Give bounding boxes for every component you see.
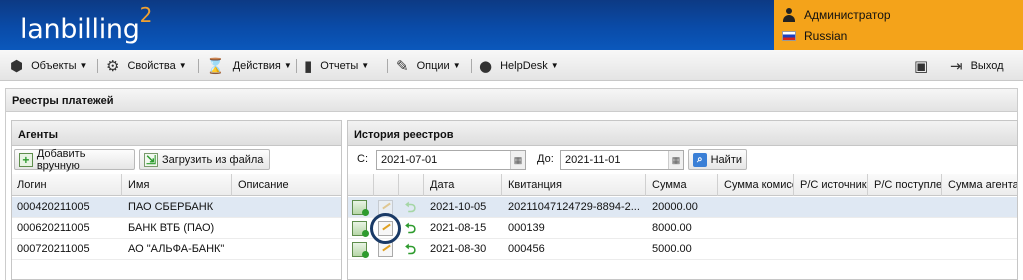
agents-header-row: Логин Имя Описание [11,174,342,196]
main-menu-bar: ⬢ Объекты ▼ ⚙ Свойства ▼ ⌛ Действия ▼ ▮ Отчеты ▼… [0,50,1023,81]
column-agent-sum[interactable]: Сумма агента [942,174,1018,196]
chat-icon: ● [479,56,493,75]
gear-icon: ⚙ [106,56,120,75]
column-commission[interactable]: Сумма комиссии [718,174,794,196]
add-payments-icon[interactable] [352,242,369,258]
column-action-1 [347,174,374,196]
app-header: lanbilling2 Администратор Russian [0,0,1023,50]
language-label: Russian [804,29,848,43]
logout-icon: ⇥ [950,56,963,75]
column-date[interactable]: Дата [424,174,502,196]
agent-login: 000420211005 [17,201,90,213]
user-panel: Администратор Russian [774,0,1023,50]
table-row[interactable]: ⮌ 2021-08-15 000139 8000.00 [347,218,1018,239]
agents-title: Агенты [11,120,342,146]
registry-date: 2021-08-15 [430,222,487,234]
user-name: Администратор [804,8,891,22]
agent-description [232,239,342,260]
registry-sum: 20000.00 [652,201,698,213]
registry-sum: 5000.00 [652,243,692,255]
bar-chart-icon: ▮ [304,56,313,75]
page-title: Реестры платежей [5,88,1018,112]
calendar-icon[interactable]: ▦ [668,151,683,169]
menu-properties[interactable]: ⚙ Свойства ▼ [106,50,187,81]
registry-receipt: 000456 [508,243,545,255]
registry-sum: 8000.00 [652,222,692,234]
column-description[interactable]: Описание [232,174,342,196]
add-manually-button[interactable]: + Добавить вручную [14,148,135,172]
edit-document-icon[interactable] [378,242,393,257]
calendar-icon[interactable]: ▦ [510,151,525,169]
menu-helpdesk[interactable]: ● HelpDesk ▼ [479,50,559,81]
user-icon [782,8,796,22]
history-title: История реестров [347,120,1018,146]
table-row[interactable]: 000620211005 БАНК ВТБ (ПАО) [11,218,342,239]
column-name[interactable]: Имя [122,174,232,196]
app-logo[interactable]: lanbilling2 [20,3,152,45]
column-incoming-account[interactable]: Р/С поступления [868,174,942,196]
hourglass-icon: ⌛ [206,56,225,75]
table-row[interactable]: ⮌ 2021-10-05 20211047124729-8894-2... 20… [347,197,1018,218]
column-sum[interactable]: Сумма [646,174,718,196]
column-action-3 [399,174,424,196]
registry-date: 2021-10-05 [430,201,487,213]
column-receipt[interactable]: Квитанция [502,174,646,196]
search-icon: ⌕ [693,152,707,167]
to-label: До: [537,153,554,165]
agent-login: 000720211005 [17,243,90,255]
table-row[interactable]: ⮌ 2021-08-30 000456 5000.00 [347,239,1018,260]
date-to-field[interactable]: 2021-11-01 ▦ [560,150,684,170]
date-from-field[interactable]: 2021-07-01 ▦ [376,150,526,170]
file-import-icon: ⇲ [144,152,158,167]
highlight-circle [370,213,401,244]
disk-icon: ▣ [914,56,929,75]
puzzle-icon: ⬢ [10,56,24,75]
agent-description [232,218,342,239]
menu-objects[interactable]: ⬢ Объекты ▼ [10,50,87,81]
add-icon: + [19,152,33,167]
add-payments-icon[interactable] [352,221,369,237]
find-button[interactable]: ⌕ Найти [688,149,747,170]
registry-date: 2021-08-30 [430,243,487,255]
russia-flag-icon [782,31,796,41]
from-label: С: [357,153,368,165]
add-payments-icon[interactable] [352,200,369,216]
user-menu[interactable]: Администратор [782,5,891,25]
column-source-account[interactable]: Р/С источника [794,174,868,196]
agent-login: 000620211005 [17,222,90,234]
registry-receipt: 000139 [508,222,545,234]
history-header-row: Дата Квитанция Сумма Сумма комиссии Р/С … [347,174,1018,196]
column-login[interactable]: Логин [11,174,122,196]
undo-icon[interactable]: ⮌ [403,200,418,215]
undo-icon[interactable]: ⮌ [403,221,418,236]
menu-reports[interactable]: ▮ Отчеты ▼ [304,50,369,81]
logout-button[interactable]: ⇥ Выход [950,50,1004,81]
save-layout-button[interactable]: ▣ [914,50,936,81]
registry-receipt: 20211047124729-8894-2... [508,201,640,213]
agent-name: БАНК ВТБ (ПАО) [128,222,215,234]
table-row[interactable]: 000420211005 ПАО СБЕРБАНК [11,197,342,218]
wrench-icon: ✎ [396,56,409,75]
menu-options[interactable]: ✎ Опции ▼ [396,50,461,81]
load-from-file-button[interactable]: ⇲ Загрузить из файла [139,149,270,170]
agent-description [232,197,342,218]
column-action-2 [374,174,399,196]
agent-name: ПАО СБЕРБАНК [128,201,214,213]
menu-actions[interactable]: ⌛ Действия ▼ [206,50,292,81]
undo-icon[interactable]: ⮌ [403,242,418,257]
agent-name: АО "АЛЬФА-БАНК" [128,243,225,255]
table-row[interactable]: 000720211005 АО "АЛЬФА-БАНК" [11,239,342,260]
language-selector[interactable]: Russian [782,26,847,46]
